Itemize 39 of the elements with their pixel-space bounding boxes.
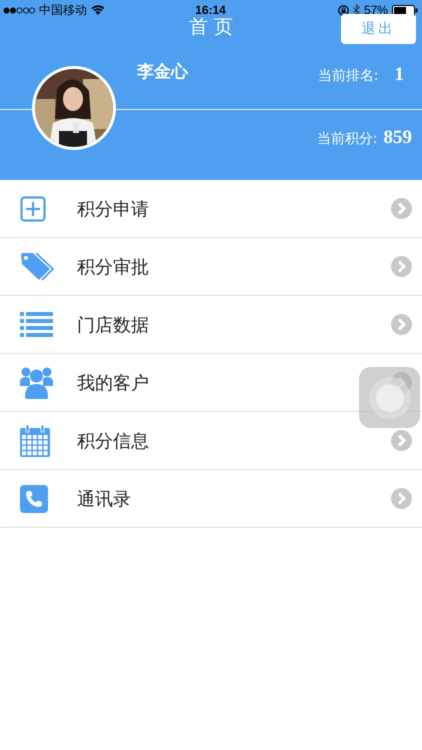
- menu-label: 积分信息: [77, 430, 150, 452]
- chevron-icon: [391, 488, 412, 509]
- points-label: 当前积分:: [316, 130, 378, 148]
- chevron-icon: [391, 372, 412, 393]
- menu-label: 通讯录: [77, 488, 132, 510]
- user-name: 李金心: [137, 61, 188, 83]
- battery-percent: 57%: [364, 3, 388, 17]
- rank-label: 当前排名:: [318, 66, 378, 84]
- calendar-icon: [20, 424, 50, 456]
- signal-icon: [3, 6, 35, 14]
- menu-label: 门店数据: [77, 314, 150, 336]
- menu-label: 我的客户: [77, 372, 150, 394]
- menu-item[interactable]: 我的客户: [0, 354, 422, 412]
- wifi-icon: [91, 5, 105, 15]
- chevron-icon: [391, 198, 412, 219]
- battery-icon: [392, 4, 418, 16]
- chevron-icon: [391, 314, 412, 335]
- list-icon: [20, 312, 53, 338]
- tag-icon: [20, 252, 54, 280]
- menu-item[interactable]: 门店数据: [0, 296, 422, 354]
- points-value: 859: [384, 127, 412, 149]
- menu-item[interactable]: 积分审批: [0, 238, 422, 296]
- assistive-touch-button[interactable]: [359, 367, 420, 428]
- chevron-icon: [391, 256, 412, 277]
- rotation-lock-icon: [338, 4, 349, 16]
- menu-label: 积分申请: [77, 198, 150, 220]
- menu-item[interactable]: 积分信息: [0, 412, 422, 470]
- menu-item[interactable]: 积分申请: [0, 180, 422, 238]
- status-time: 16:14: [195, 3, 226, 17]
- phone-icon: [20, 484, 48, 512]
- plus-square-icon: [20, 196, 46, 222]
- bluetooth-icon: [352, 4, 360, 16]
- carrier-name: 中国移动: [39, 2, 87, 18]
- chevron-icon: [391, 430, 412, 451]
- menu-label: 积分审批: [77, 256, 150, 278]
- page-title: 首 页: [188, 15, 234, 40]
- menu-item[interactable]: 通讯录: [0, 470, 422, 528]
- people-icon: [20, 366, 53, 398]
- rank-value: 1: [394, 64, 404, 86]
